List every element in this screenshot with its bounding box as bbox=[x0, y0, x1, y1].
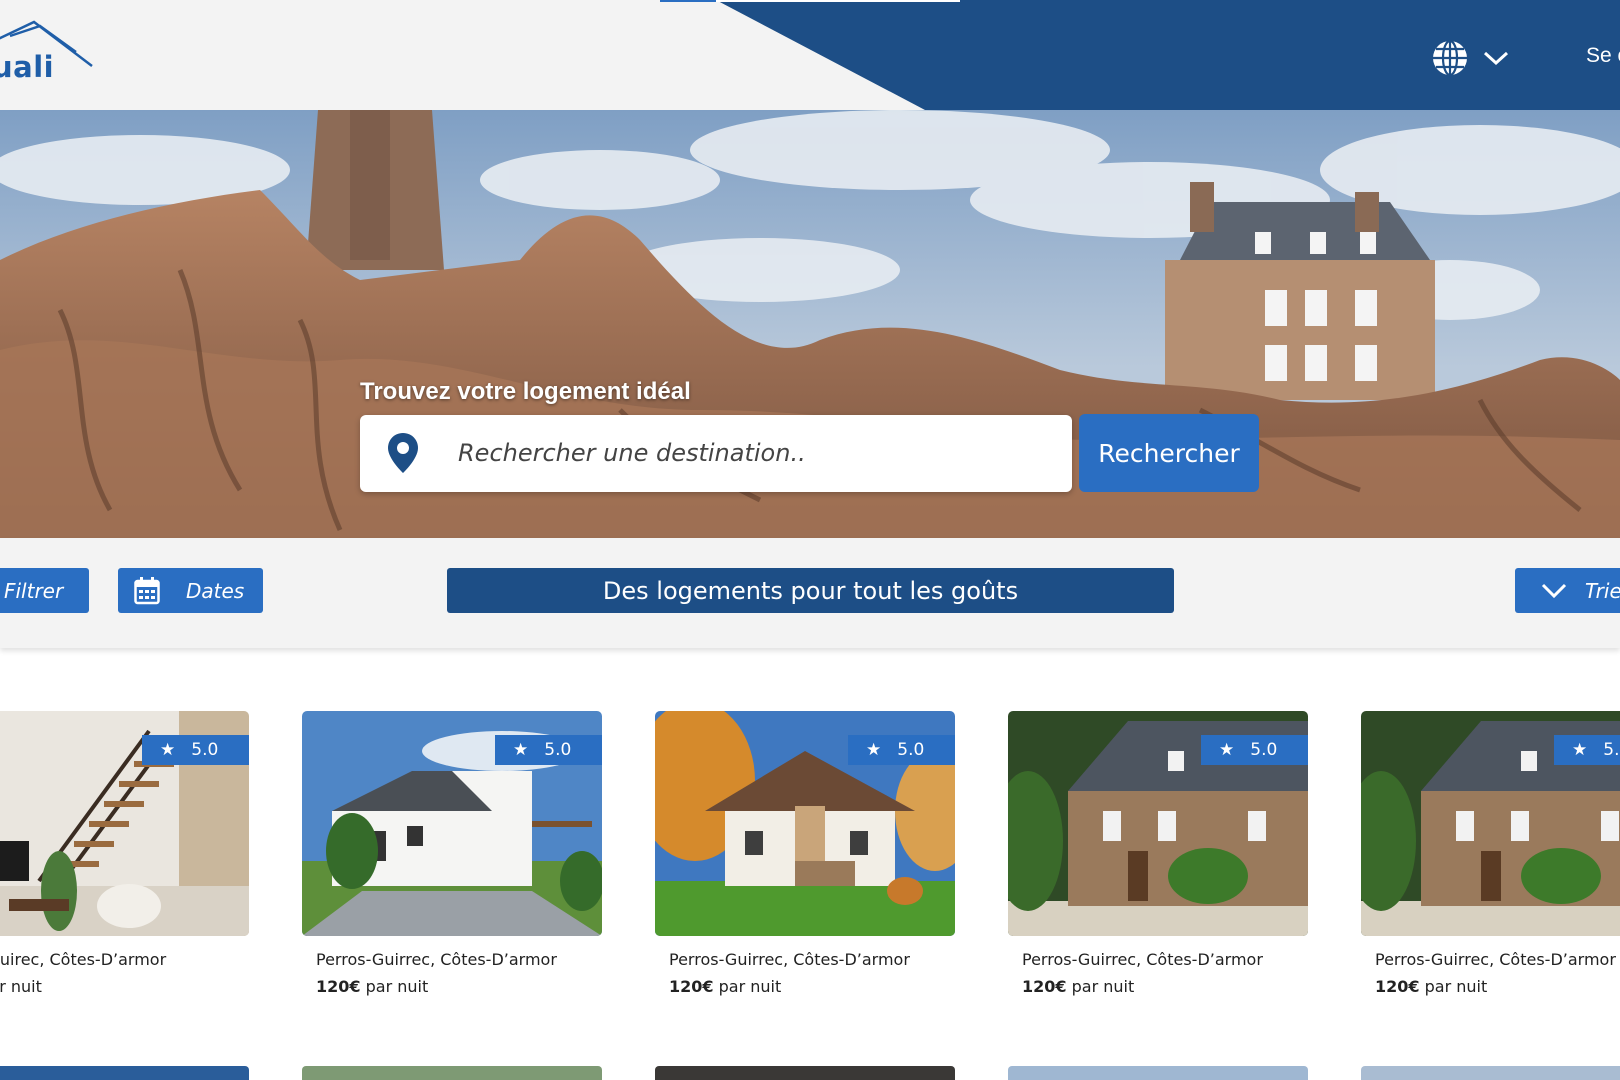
signin-link[interactable]: Se c bbox=[1586, 44, 1620, 68]
rating-value: 5.0 bbox=[1250, 740, 1278, 760]
listing-location: os-Guirec, Côtes-D’armor bbox=[0, 950, 167, 969]
listing-photo[interactable]: ★ 5.0 bbox=[0, 711, 249, 936]
header-navy-band bbox=[660, 0, 1620, 110]
star-icon: ★ bbox=[1572, 740, 1588, 760]
listing-photo[interactable]: ★ 5.0 bbox=[302, 711, 602, 936]
listing-card[interactable]: ★ 5.0 Perros-Guirrec, Côtes-D’armor 120€… bbox=[1361, 711, 1620, 996]
page: uali Se c bbox=[0, 0, 1620, 1080]
location-pin-icon bbox=[388, 433, 418, 473]
listing-photo[interactable]: ★ 5.0 bbox=[1008, 711, 1308, 936]
search-box[interactable] bbox=[360, 415, 1072, 492]
rating-badge: ★ 5.0 bbox=[495, 735, 602, 765]
rating-badge: ★ 5.0 bbox=[142, 735, 249, 765]
star-icon: ★ bbox=[866, 740, 882, 760]
top-header: uali Se c bbox=[0, 0, 1620, 110]
price-unit: par nuit bbox=[713, 977, 782, 996]
listing-card[interactable]: ★ 5.0 Perros-Guirrec, Côtes-D’armor 120€… bbox=[655, 711, 955, 996]
hero-title: Trouvez votre logement idéal bbox=[360, 378, 691, 405]
rating-value: 5.0 bbox=[1603, 740, 1620, 760]
listing-thumbnail[interactable] bbox=[0, 1066, 249, 1080]
dates-button[interactable]: Dates bbox=[118, 568, 263, 613]
listing-thumbnail[interactable] bbox=[1008, 1066, 1308, 1080]
rating-value: 5.0 bbox=[544, 740, 572, 760]
price-unit: par nuit bbox=[1419, 977, 1488, 996]
listing-thumbnail[interactable] bbox=[1361, 1066, 1620, 1080]
price-amount: 120€ bbox=[316, 977, 361, 996]
star-icon: ★ bbox=[513, 740, 529, 760]
listing-thumbnail[interactable] bbox=[302, 1066, 602, 1080]
listing-location: Perros-Guirrec, Côtes-D’armor bbox=[316, 950, 557, 969]
price-unit: par nuit bbox=[360, 977, 429, 996]
listing-card[interactable]: ★ 5.0 Perros-Guirrec, Côtes-D’armor 120€… bbox=[1008, 711, 1308, 996]
logo-text[interactable]: uali bbox=[0, 50, 54, 84]
listing-card[interactable]: ★ 5.0 Perros-Guirrec, Côtes-D’armor 120€… bbox=[302, 711, 602, 996]
hero-banner: Trouvez votre logement idéal Rechercher bbox=[0, 110, 1620, 538]
rating-badge: ★ 5.0 bbox=[1201, 735, 1308, 765]
listing-photo[interactable]: ★ 5.0 bbox=[1361, 711, 1620, 936]
price-amount: 120€ bbox=[1022, 977, 1067, 996]
rating-value: 5.0 bbox=[897, 740, 925, 760]
search-button[interactable]: Rechercher bbox=[1079, 414, 1259, 492]
filter-button-label: Filtrer bbox=[4, 578, 64, 603]
globe-icon bbox=[1433, 39, 1467, 77]
sort-button-label: Trie bbox=[1585, 578, 1620, 603]
listing-thumbnail[interactable] bbox=[655, 1066, 955, 1080]
filter-button[interactable]: Filtrer bbox=[0, 568, 89, 613]
listing-photo[interactable]: ★ 5.0 bbox=[655, 711, 955, 936]
listing-price: 120€ par nuit bbox=[302, 977, 602, 996]
star-icon: ★ bbox=[160, 740, 176, 760]
calendar-icon bbox=[134, 576, 160, 604]
price-unit: par nuit bbox=[0, 977, 42, 996]
listing-price: 120€ par nuit bbox=[1008, 977, 1308, 996]
price-amount: 120€ bbox=[1375, 977, 1420, 996]
listing-card[interactable]: ★ 5.0 os-Guirec, Côtes-D’armor € par nui… bbox=[0, 711, 249, 996]
listing-location: Perros-Guirrec, Côtes-D’armor bbox=[1022, 950, 1263, 969]
listing-price: 120€ par nuit bbox=[1361, 977, 1620, 996]
rating-badge: ★ 5.0 bbox=[848, 735, 955, 765]
price-amount: 120€ bbox=[669, 977, 714, 996]
listing-location: Perros-Guirrec, Côtes-D’armor bbox=[1375, 950, 1616, 969]
listing-price: € par nuit bbox=[0, 977, 249, 996]
price-unit: par nuit bbox=[1066, 977, 1135, 996]
rating-value: 5.0 bbox=[191, 740, 219, 760]
section-banner: Des logements pour tout les goûts bbox=[447, 568, 1174, 613]
chevron-down-icon bbox=[1483, 51, 1509, 66]
chevron-down-icon bbox=[1541, 583, 1567, 598]
listing-location: Perros-Guirrec, Côtes-D’armor bbox=[669, 950, 910, 969]
search-input[interactable] bbox=[458, 429, 1038, 477]
filter-bar: Filtrer Dates Des logements pour tout le… bbox=[0, 538, 1620, 648]
listing-price: 120€ par nuit bbox=[655, 977, 955, 996]
star-icon: ★ bbox=[1219, 740, 1235, 760]
language-selector[interactable] bbox=[1430, 38, 1512, 78]
sort-button[interactable]: Trie bbox=[1515, 568, 1620, 613]
dates-button-label: Dates bbox=[186, 578, 245, 603]
rating-badge: ★ 5.0 bbox=[1554, 735, 1620, 765]
